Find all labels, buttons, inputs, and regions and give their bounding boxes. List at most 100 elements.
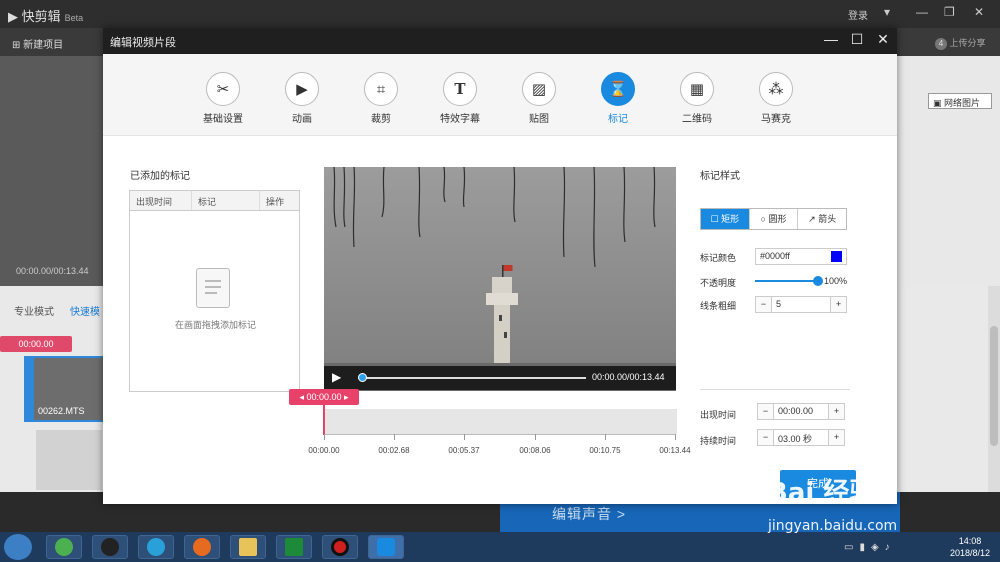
mosaic-icon: ⁂	[759, 72, 793, 106]
qq-icon	[101, 538, 119, 556]
line-width-label: 线条粗细	[700, 301, 737, 311]
video-preview[interactable]	[324, 167, 676, 391]
bg-clip-strip	[36, 430, 102, 490]
app-right-panel	[897, 56, 1000, 286]
opacity-handle[interactable]	[813, 276, 823, 286]
seek-handle[interactable]	[358, 373, 367, 382]
tab-basic-settings[interactable]: ✂ 基础设置	[193, 72, 253, 125]
mode-pro-tab[interactable]: 专业模式	[14, 303, 54, 318]
seek-bar[interactable]	[358, 377, 586, 379]
tab-crop[interactable]: ⌗ 裁剪	[351, 72, 411, 125]
tab-label: 标记	[608, 114, 628, 125]
new-project-button[interactable]: ⊞ 新建项目	[12, 36, 63, 51]
tab-qrcode[interactable]: ▦ 二维码	[667, 72, 727, 125]
kuaijianji-icon	[377, 538, 395, 556]
upload-share-label: 上传分享	[949, 38, 986, 48]
increment-button[interactable]: +	[830, 297, 846, 312]
increment-button[interactable]: +	[828, 404, 844, 419]
line-width-value[interactable]: 5	[772, 297, 830, 312]
ruler-tick	[675, 434, 676, 440]
opacity-slider[interactable]	[755, 280, 819, 282]
duration-value[interactable]: 03.00 秒	[774, 430, 828, 445]
arrow-icon: ↗	[808, 214, 816, 224]
mark-style-title: 标记样式	[700, 171, 740, 182]
tab-sticker[interactable]: ▨ 贴图	[509, 72, 569, 125]
appear-time-value[interactable]: 00:00.00	[774, 404, 828, 419]
opacity-value: 100%	[824, 276, 848, 286]
color-swatch[interactable]	[831, 251, 842, 262]
timeline-playhead-time: 00:00.00	[306, 392, 342, 402]
timeline-track[interactable]	[325, 409, 677, 434]
folder-icon	[239, 538, 257, 556]
app-beta-badge: Beta	[64, 13, 84, 23]
upload-share-step[interactable]: 4 上传分享	[935, 36, 986, 50]
green-app-icon	[55, 538, 73, 556]
timeline-ruler	[324, 434, 676, 442]
tab-label: 贴图	[529, 114, 549, 125]
qrcode-icon: ▦	[680, 72, 714, 106]
tab-label: 动画	[292, 114, 312, 125]
marker-icon: ⌛	[601, 72, 635, 106]
tab-animation[interactable]: ▶ 动画	[272, 72, 332, 125]
tab-marker[interactable]: ⌛ 标记	[588, 72, 648, 125]
col-appear-time: 出现时间	[130, 191, 192, 210]
increment-button[interactable]: +	[828, 430, 844, 445]
ruler-tick	[535, 434, 536, 440]
menu-dropdown-icon[interactable]: ▾	[884, 5, 890, 19]
clock-time: 14:08	[958, 536, 982, 546]
line-width-stepper: − 5 +	[755, 296, 847, 313]
empty-document-icon	[196, 268, 230, 308]
dialog-minimize-icon[interactable]: —	[822, 31, 840, 47]
shape-circle-button[interactable]: ○ 圆形	[750, 209, 799, 229]
ruler-tick	[605, 434, 606, 440]
marks-table-header: 出现时间 标记 操作	[130, 191, 299, 211]
media-icon	[147, 538, 165, 556]
net-image-button[interactable]: ▣ 网络图片	[928, 93, 992, 109]
mode-fast-tab[interactable]: 快速模	[70, 303, 100, 318]
ruler-label: 00:05.37	[448, 446, 480, 455]
duration-stepper: − 03.00 秒 +	[757, 429, 845, 446]
system-tray-icons[interactable]: ▭▮◈♪	[844, 542, 896, 553]
image-icon: ▨	[522, 72, 556, 106]
ruler-label: 00:02.68	[378, 446, 410, 455]
minimize-icon[interactable]: —	[916, 5, 928, 19]
dialog-maximize-icon[interactable]: ☐	[848, 31, 866, 48]
play-icon[interactable]: ▶	[332, 370, 341, 384]
divider	[700, 389, 850, 390]
taskbar-clock[interactable]: 14:08 2018/8/12	[944, 535, 996, 559]
shape-arrow-button[interactable]: ↗ 箭头	[798, 209, 846, 229]
tab-label: 马赛克	[761, 114, 791, 125]
crop-icon: ⌗	[364, 72, 398, 106]
restore-icon[interactable]: ❐	[944, 5, 955, 19]
login-link[interactable]: 登录	[848, 7, 868, 22]
decrement-button[interactable]: −	[758, 430, 774, 445]
clock-date: 2018/8/12	[949, 548, 991, 558]
rect-icon: ☐	[710, 214, 719, 224]
ruler-tick	[394, 434, 395, 440]
upload-step-number: 4	[935, 38, 947, 50]
tab-mosaic[interactable]: ⁂ 马赛克	[746, 72, 806, 125]
ruler-label: 00:00.00	[308, 446, 340, 455]
dialog-close-icon[interactable]: ✕	[874, 31, 892, 48]
appear-time-label: 出现时间	[700, 410, 737, 420]
ruler-label: 00:10.75	[589, 446, 621, 455]
dialog-title: 编辑视频片段	[110, 37, 176, 49]
decrement-button[interactable]: −	[758, 404, 774, 419]
close-app-icon[interactable]: ✕	[974, 5, 984, 19]
ruler-tick	[324, 434, 325, 440]
col-actions: 操作	[266, 197, 285, 207]
ruler-label: 00:08.06	[519, 446, 551, 455]
shape-label: 圆形	[768, 214, 787, 224]
app-scroll-thumb[interactable]	[990, 326, 998, 446]
tab-text-effects[interactable]: T 特效字幕	[430, 72, 490, 125]
start-button-icon[interactable]	[4, 534, 32, 560]
dialog-titlebar	[103, 28, 897, 54]
shape-label: 矩形	[721, 214, 740, 224]
shape-rect-button[interactable]: ☐ 矩形	[701, 209, 750, 229]
bg-clip-name: 00262.MTS	[38, 406, 85, 416]
decrement-button[interactable]: −	[756, 297, 772, 312]
play-box-icon: ▶	[285, 72, 319, 106]
color-label: 标记颜色	[700, 253, 737, 263]
app-logo-text: 快剪辑	[21, 9, 61, 24]
timeline-playhead-label[interactable]: ◂ 00:00.00 ▸	[289, 389, 359, 405]
